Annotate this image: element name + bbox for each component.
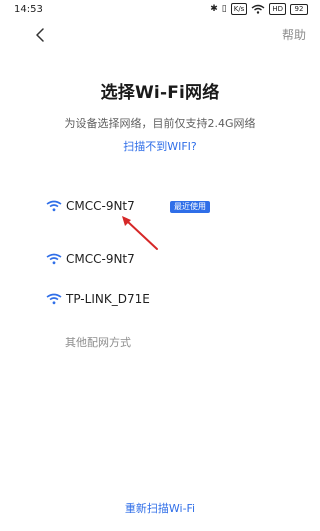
recently-used-badge: 最近使用 [170,201,210,213]
wifi-signal-icon [46,200,62,212]
hd-icon: HD [269,3,286,15]
wifi-icon [251,4,265,14]
back-icon[interactable] [33,28,47,42]
status-bar: 14:53 ✱ ▯ K/s HD 92 [0,0,320,18]
status-icons: ✱ ▯ K/s HD 92 [210,3,308,15]
status-time: 14:53 [14,4,43,15]
wifi-signal-icon [46,253,62,265]
help-button[interactable]: 帮助 [282,26,306,43]
wifi-ssid: TP-LINK_D71E [66,292,150,306]
vibrate-icon: ▯ [221,4,227,14]
network-speed-icon: K/s [230,3,248,15]
battery-icon: 92 [290,3,308,15]
top-bar: 帮助 [0,18,320,48]
cant-find-wifi-link[interactable]: 扫描不到WIFI? [0,138,320,154]
battery-level: 92 [294,4,304,13]
rescan-wifi-button[interactable]: 重新扫描Wi-Fi [0,500,320,516]
wifi-ssid: CMCC-9Nt7 [66,199,135,213]
wifi-network-item[interactable]: TP-LINK_D71E [46,292,286,310]
other-pairing-methods-link[interactable]: 其他配网方式 [65,334,131,350]
page-subtitle: 为设备选择网络，目前仅支持2.4G网络 [64,117,256,130]
bluetooth-icon: ✱ [210,4,218,14]
annotation-arrow [122,216,158,250]
wifi-signal-icon [46,293,62,305]
page-title: 选择Wi-Fi网络 [100,83,220,103]
